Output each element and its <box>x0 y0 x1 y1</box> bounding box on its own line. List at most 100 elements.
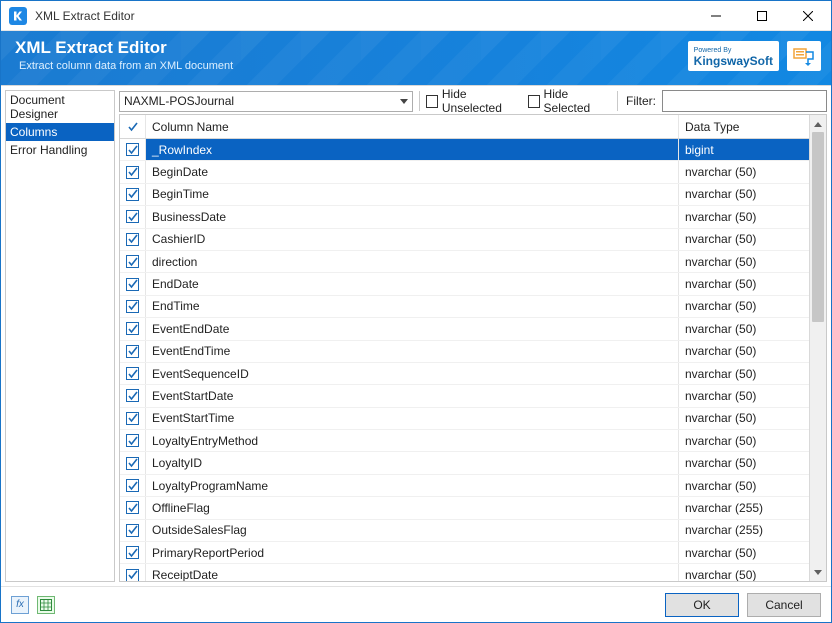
cancel-button[interactable]: Cancel <box>747 593 821 617</box>
expression-icon[interactable]: fx <box>11 596 29 614</box>
row-checkbox[interactable] <box>120 497 146 518</box>
table-row[interactable]: LoyaltyIDnvarchar (50) <box>120 452 809 474</box>
row-column-name: OfflineFlag <box>146 497 679 518</box>
row-checkbox[interactable] <box>120 251 146 272</box>
row-column-name: EventEndTime <box>146 341 679 362</box>
row-column-name: direction <box>146 251 679 272</box>
chevron-down-icon <box>400 94 408 108</box>
table-row[interactable]: EventStartDatenvarchar (50) <box>120 385 809 407</box>
footer: fx OK Cancel <box>1 586 831 622</box>
grid-header: Column Name Data Type <box>120 115 809 139</box>
row-data-type: nvarchar (50) <box>679 475 809 496</box>
table-row[interactable]: BeginDatenvarchar (50) <box>120 161 809 183</box>
row-column-name: OutsideSalesFlag <box>146 520 679 541</box>
row-checkbox[interactable] <box>120 363 146 384</box>
table-row[interactable]: EventStartTimenvarchar (50) <box>120 408 809 430</box>
table-row[interactable]: BusinessDatenvarchar (50) <box>120 206 809 228</box>
row-checkbox[interactable] <box>120 139 146 160</box>
scroll-track[interactable] <box>810 132 826 564</box>
row-checkbox[interactable] <box>120 184 146 205</box>
sidebar-item-error-handling[interactable]: Error Handling <box>6 141 114 159</box>
row-checkbox[interactable] <box>120 318 146 339</box>
row-checkbox[interactable] <box>120 161 146 182</box>
table-row[interactable]: LoyaltyProgramNamenvarchar (50) <box>120 475 809 497</box>
row-data-type: nvarchar (50) <box>679 184 809 205</box>
scroll-up-icon[interactable] <box>810 115 826 132</box>
row-data-type: nvarchar (50) <box>679 363 809 384</box>
row-checkbox[interactable] <box>120 542 146 563</box>
header-checkbox[interactable] <box>120 115 146 138</box>
row-column-name: EventStartDate <box>146 385 679 406</box>
row-column-name: BusinessDate <box>146 206 679 227</box>
table-row[interactable]: directionnvarchar (50) <box>120 251 809 273</box>
row-column-name: EventStartTime <box>146 408 679 429</box>
row-data-type: nvarchar (50) <box>679 408 809 429</box>
table-icon[interactable] <box>37 596 55 614</box>
table-row[interactable]: EndTimenvarchar (50) <box>120 296 809 318</box>
row-column-name: LoyaltyProgramName <box>146 475 679 496</box>
row-data-type: nvarchar (50) <box>679 161 809 182</box>
table-row[interactable]: CashierIDnvarchar (50) <box>120 229 809 251</box>
row-checkbox[interactable] <box>120 206 146 227</box>
row-data-type: nvarchar (50) <box>679 341 809 362</box>
sidebar-item-columns[interactable]: Columns <box>6 123 114 141</box>
row-checkbox[interactable] <box>120 475 146 496</box>
row-data-type: nvarchar (50) <box>679 251 809 272</box>
table-row[interactable]: BeginTimenvarchar (50) <box>120 184 809 206</box>
ok-button[interactable]: OK <box>665 593 739 617</box>
row-checkbox[interactable] <box>120 385 146 406</box>
table-row[interactable]: EndDatenvarchar (50) <box>120 273 809 295</box>
row-column-name: EventEndDate <box>146 318 679 339</box>
sidebar-item-document-designer[interactable]: Document Designer <box>6 91 114 123</box>
row-data-type: nvarchar (50) <box>679 564 809 581</box>
row-checkbox[interactable] <box>120 520 146 541</box>
header-data-type[interactable]: Data Type <box>679 115 809 138</box>
row-data-type: nvarchar (50) <box>679 430 809 451</box>
table-row[interactable]: LoyaltyEntryMethodnvarchar (50) <box>120 430 809 452</box>
row-checkbox[interactable] <box>120 452 146 473</box>
main-panel: NAXML-POSJournal Hide Unselected Hide Se… <box>119 90 827 582</box>
scroll-thumb[interactable] <box>812 132 824 322</box>
table-row[interactable]: OfflineFlagnvarchar (255) <box>120 497 809 519</box>
minimize-button[interactable] <box>693 1 739 31</box>
close-button[interactable] <box>785 1 831 31</box>
row-checkbox[interactable] <box>120 564 146 581</box>
maximize-button[interactable] <box>739 1 785 31</box>
toolbar: NAXML-POSJournal Hide Unselected Hide Se… <box>119 90 827 112</box>
banner: XML Extract Editor Extract column data f… <box>1 31 831 85</box>
vertical-scrollbar[interactable] <box>809 115 826 581</box>
table-row[interactable]: ReceiptDatenvarchar (50) <box>120 564 809 581</box>
node-dropdown-value: NAXML-POSJournal <box>124 94 234 108</box>
row-checkbox[interactable] <box>120 341 146 362</box>
node-dropdown[interactable]: NAXML-POSJournal <box>119 91 413 112</box>
table-row[interactable]: OutsideSalesFlagnvarchar (255) <box>120 520 809 542</box>
titlebar: XML Extract Editor <box>1 1 831 31</box>
window-title: XML Extract Editor <box>35 9 693 23</box>
filter-label: Filter: <box>626 94 656 108</box>
scroll-down-icon[interactable] <box>810 564 826 581</box>
row-data-type: nvarchar (50) <box>679 206 809 227</box>
row-checkbox[interactable] <box>120 408 146 429</box>
filter-input[interactable] <box>662 90 827 112</box>
row-checkbox[interactable] <box>120 430 146 451</box>
columns-grid: Column Name Data Type _RowIndexbigintBeg… <box>119 114 827 582</box>
table-row[interactable]: EventEndTimenvarchar (50) <box>120 341 809 363</box>
row-column-name: BeginTime <box>146 184 679 205</box>
row-data-type: nvarchar (50) <box>679 452 809 473</box>
banner-logos: Powered By KingswaySoft <box>688 41 821 71</box>
row-checkbox[interactable] <box>120 296 146 317</box>
table-row[interactable]: PrimaryReportPeriodnvarchar (50) <box>120 542 809 564</box>
row-checkbox[interactable] <box>120 273 146 294</box>
row-column-name: LoyaltyID <box>146 452 679 473</box>
table-row[interactable]: EventEndDatenvarchar (50) <box>120 318 809 340</box>
header-column-name[interactable]: Column Name <box>146 115 679 138</box>
row-column-name: ReceiptDate <box>146 564 679 581</box>
row-checkbox[interactable] <box>120 229 146 250</box>
toolbar-divider <box>617 91 618 111</box>
checkbox-icon <box>528 95 540 108</box>
table-row[interactable]: EventSequenceIDnvarchar (50) <box>120 363 809 385</box>
sidebar: Document DesignerColumnsError Handling <box>5 90 115 582</box>
table-row[interactable]: _RowIndexbigint <box>120 139 809 161</box>
hide-unselected-checkbox[interactable]: Hide Unselected <box>426 87 522 115</box>
hide-selected-checkbox[interactable]: Hide Selected <box>528 87 612 115</box>
